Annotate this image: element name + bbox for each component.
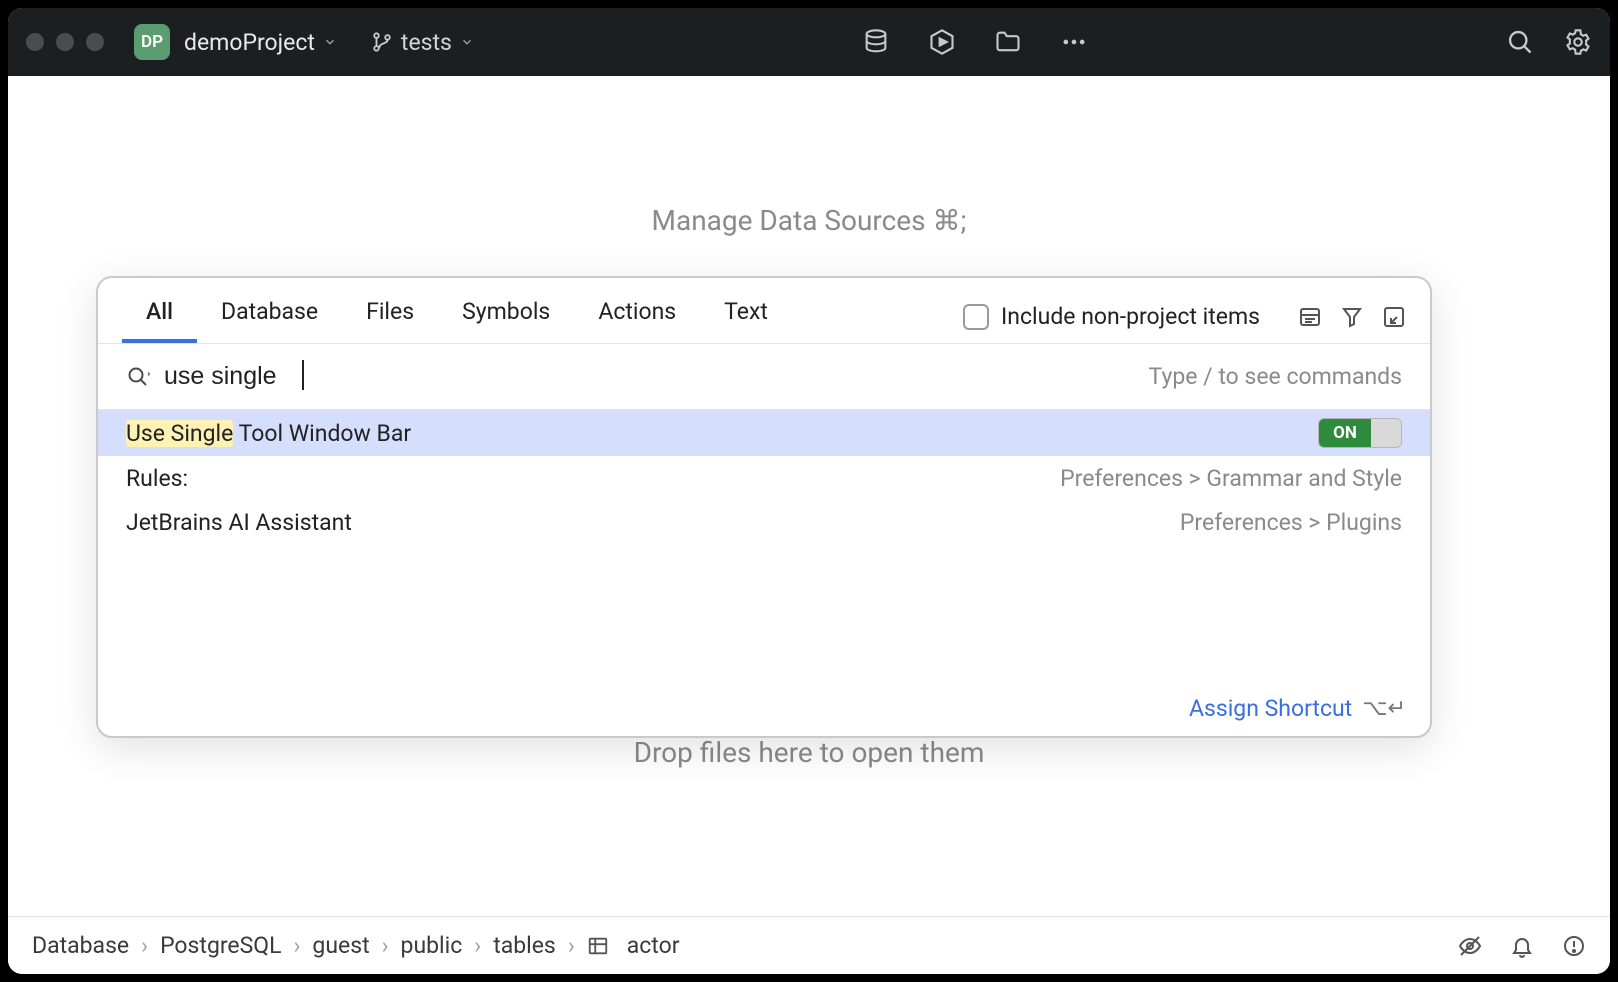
bell-icon[interactable] [1510,934,1534,958]
vcs-branch-selector[interactable]: tests [371,29,474,56]
chevron-right-icon: › [141,932,148,959]
chevron-right-icon: › [474,932,481,959]
search-hint: Type / to see commands [1149,363,1402,390]
chevron-down-icon [460,35,474,49]
filter-icon[interactable] [1340,305,1364,329]
project-name-label: demoProject [184,29,315,56]
editor-area: Manage Data Sources ⌘; Drop files here t… [8,76,1610,916]
tab-files[interactable]: Files [342,290,438,343]
tab-actions[interactable]: Actions [574,290,700,343]
result-label: JetBrains AI Assistant [126,509,1164,536]
search-tabs: All Database Files Symbols Actions Text … [98,278,1430,343]
tab-text[interactable]: Text [700,290,792,343]
window-traffic-lights [26,33,104,51]
include-non-project-checkbox[interactable]: Include non-project items [963,303,1260,330]
result-row[interactable]: JetBrains AI Assistant Preferences > Plu… [98,500,1430,544]
result-location: Preferences > Grammar and Style [1060,465,1402,492]
warning-icon[interactable] [1562,934,1586,958]
tab-all[interactable]: All [122,290,197,343]
titlebar-right-icons [1506,28,1592,56]
result-label: Rules: [126,465,1044,492]
titlebar: DP demoProject tests [8,8,1610,76]
search-row: Type / to see commands [98,344,1430,409]
traffic-max[interactable] [86,33,104,51]
result-location: Preferences > Plugins [1180,509,1402,536]
chevron-down-icon [323,35,337,49]
chevron-right-icon: › [382,932,389,959]
toggle-on-label: ON [1319,419,1371,447]
toggle-on[interactable]: ON [1318,418,1402,448]
traffic-close[interactable] [26,33,44,51]
search-icon[interactable] [1506,28,1534,56]
traffic-min[interactable] [56,33,74,51]
result-row[interactable]: Use Single Tool Window Bar ON [98,410,1430,456]
titlebar-center-icons [862,28,1088,56]
result-row[interactable]: Rules: Preferences > Grammar and Style [98,456,1430,500]
eye-off-icon[interactable] [1458,934,1482,958]
search-field-icon[interactable] [126,365,150,389]
folder-icon[interactable] [994,28,1022,56]
project-selector[interactable]: demoProject [184,29,337,56]
search-results: Use Single Tool Window Bar ON Rules: Pre… [98,410,1430,685]
search-input[interactable] [164,358,1135,395]
database-icon[interactable] [862,28,890,56]
statusbar: Database › PostgreSQL › guest › public ›… [8,916,1610,974]
toggle-off-slot [1371,419,1401,447]
assign-shortcut-label: Assign Shortcut [1189,695,1352,722]
search-everywhere-popup: All Database Files Symbols Actions Text … [96,276,1432,738]
tab-database[interactable]: Database [197,290,342,343]
statusbar-icons [1458,934,1586,958]
manage-data-sources-hint: Manage Data Sources ⌘; [8,204,1610,237]
breadcrumb[interactable]: public [401,932,463,959]
result-label: Use Single Tool Window Bar [126,420,1302,447]
shortcut-keys: ⌥↵ [1362,696,1406,721]
project-badge: DP [134,24,170,60]
preview-panel-icon[interactable] [1298,305,1322,329]
table-icon [587,935,609,957]
run-target-icon[interactable] [928,28,956,56]
breadcrumb[interactable]: PostgreSQL [160,932,281,959]
app-window: DP demoProject tests Manage Data Sources… [8,8,1610,974]
more-icon[interactable] [1060,28,1088,56]
breadcrumb[interactable]: tables [493,932,556,959]
checkbox-box [963,304,989,330]
include-label: Include non-project items [1001,303,1260,330]
tab-symbols[interactable]: Symbols [438,290,574,343]
drop-files-hint: Drop files here to open them [8,736,1610,769]
popup-footer: Assign Shortcut ⌥↵ [98,685,1430,736]
chevron-right-icon: › [568,932,575,959]
breadcrumb[interactable]: guest [312,932,369,959]
result-highlight: Use Single [126,420,233,447]
chevron-right-icon: › [294,932,301,959]
gear-icon[interactable] [1564,28,1592,56]
collapse-icon[interactable] [1382,305,1406,329]
breadcrumb[interactable]: Database [32,932,129,959]
branch-label: tests [401,29,452,56]
assign-shortcut-link[interactable]: Assign Shortcut ⌥↵ [1189,695,1406,722]
breadcrumb[interactable]: actor [587,932,680,959]
branch-icon [371,31,393,53]
text-caret [302,360,304,390]
